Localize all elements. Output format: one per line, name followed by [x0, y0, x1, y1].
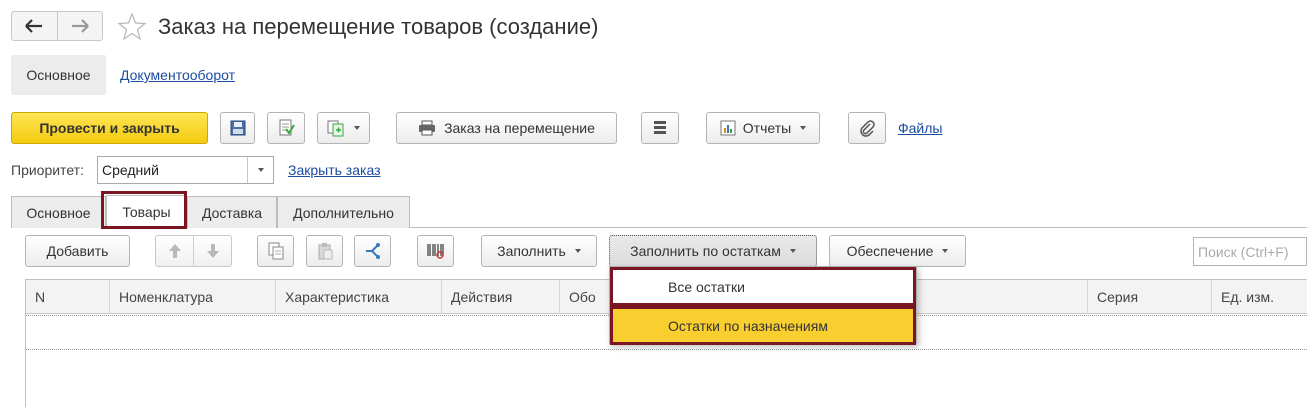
- save-button[interactable]: [220, 112, 255, 144]
- tab-goods[interactable]: Товары: [106, 195, 187, 228]
- tab-additional[interactable]: Дополнительно: [277, 196, 410, 228]
- column-header-nomenclature[interactable]: Номенклатура: [110, 280, 276, 314]
- save-icon: [230, 120, 245, 136]
- split-icon: [365, 243, 380, 259]
- arrow-up-icon: [168, 244, 181, 258]
- list-icon: [654, 121, 666, 134]
- post-and-close-button[interactable]: Провести и закрыть: [11, 112, 208, 144]
- chevron-down-icon: [257, 168, 264, 172]
- copy-icon: [268, 242, 283, 260]
- menu-item-all-stock[interactable]: Все остатки: [610, 267, 916, 306]
- close-order-link[interactable]: Закрыть заказ: [288, 162, 381, 178]
- chevron-down-icon: [354, 126, 360, 130]
- menu-item-stock-by-purpose[interactable]: Остатки по назначениям: [610, 306, 916, 345]
- column-header-n[interactable]: N: [26, 280, 110, 314]
- priority-value: Средний: [102, 162, 159, 178]
- move-up-button[interactable]: [156, 236, 193, 266]
- search-input[interactable]: Поиск (Ctrl+F): [1193, 237, 1307, 266]
- arrow-right-icon: [71, 19, 89, 33]
- printer-icon: [419, 120, 436, 136]
- provision-button[interactable]: Обеспечение: [829, 235, 966, 267]
- post-button[interactable]: [267, 112, 305, 144]
- column-header-provision[interactable]: Обо: [560, 280, 610, 314]
- paste-button[interactable]: [306, 235, 343, 267]
- arrow-down-icon: [206, 244, 219, 258]
- column-header-actions[interactable]: Действия: [442, 280, 560, 314]
- attach-button[interactable]: [848, 112, 886, 144]
- reports-label: Отчеты: [742, 120, 792, 136]
- more-actions-button[interactable]: [641, 112, 679, 144]
- add-button[interactable]: Добавить: [25, 235, 130, 267]
- reports-button[interactable]: Отчеты: [706, 112, 820, 144]
- files-link[interactable]: Файлы: [898, 120, 942, 136]
- move-down-button[interactable]: [193, 236, 231, 266]
- fill-by-stock-menu: Все остатки Остатки по назначениям: [609, 266, 917, 345]
- tab-main[interactable]: Основное: [11, 196, 106, 228]
- star-icon: [117, 12, 147, 41]
- move-order-print-button[interactable]: Заказ на перемещение: [396, 112, 617, 144]
- create-based-on-button[interactable]: [317, 112, 370, 144]
- barcode-button[interactable]: [417, 235, 454, 267]
- fill-by-stock-button[interactable]: Заполнить по остаткам: [609, 235, 817, 267]
- column-header-unit[interactable]: Ед. изм.: [1212, 280, 1307, 314]
- move-order-label: Заказ на перемещение: [444, 120, 595, 136]
- arrow-left-icon: [25, 19, 43, 33]
- paperclip-icon: [860, 120, 875, 137]
- chevron-down-icon: [789, 249, 796, 253]
- report-icon: [720, 120, 736, 136]
- page-title: Заказ на перемещение товаров (создание): [158, 14, 599, 39]
- copy-button[interactable]: [257, 235, 294, 267]
- create-based-icon: [327, 120, 344, 137]
- section-main[interactable]: Основное: [11, 55, 106, 95]
- history-nav: [11, 11, 103, 41]
- column-header-characteristic[interactable]: Характеристика: [276, 280, 442, 314]
- post-document-icon: [279, 119, 295, 136]
- tab-delivery[interactable]: Доставка: [187, 196, 277, 228]
- priority-label: Приоритет:: [11, 162, 84, 178]
- back-button[interactable]: [12, 12, 57, 40]
- fill-button[interactable]: Заполнить: [481, 235, 597, 267]
- priority-dropdown-button[interactable]: [247, 157, 273, 183]
- chevron-down-icon: [800, 126, 807, 130]
- split-row-button[interactable]: [354, 235, 391, 267]
- chevron-down-icon: [574, 249, 581, 253]
- fill-label: Заполнить: [497, 243, 566, 259]
- barcode-icon: [426, 244, 444, 259]
- clipboard-icon: [318, 243, 332, 260]
- section-docflow-link[interactable]: Документооборот: [120, 55, 235, 95]
- favorite-button[interactable]: [117, 12, 147, 42]
- provision-label: Обеспечение: [846, 243, 934, 259]
- column-header-series[interactable]: Серия: [1088, 280, 1212, 314]
- chevron-down-icon: [942, 249, 949, 253]
- forward-button[interactable]: [56, 12, 103, 40]
- move-row-group: [155, 235, 232, 267]
- fill-by-stock-label: Заполнить по остаткам: [630, 243, 781, 259]
- priority-select[interactable]: Средний: [97, 156, 274, 184]
